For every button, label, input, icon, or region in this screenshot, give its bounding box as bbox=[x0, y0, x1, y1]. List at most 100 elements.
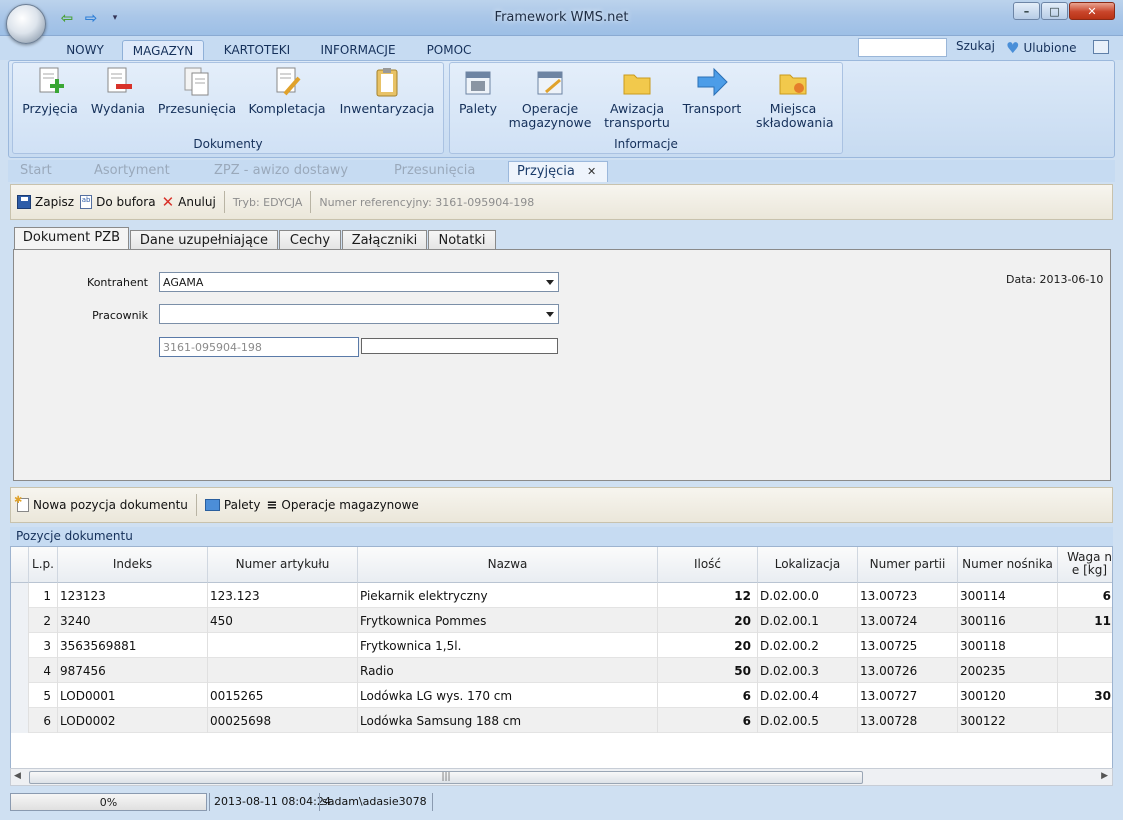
cell-indeks[interactable]: 3240 bbox=[58, 608, 208, 633]
operacje-button[interactable]: ≡ Operacje magazynowe bbox=[266, 498, 418, 513]
new-item-button[interactable]: ✱ Nowa pozycja dokumentu bbox=[14, 495, 188, 512]
palety-button[interactable]: Palety bbox=[204, 498, 260, 512]
cell-waga[interactable] bbox=[1058, 708, 1112, 733]
cell-artykul[interactable]: 123.123 bbox=[208, 583, 358, 608]
kontrahent-combo[interactable]: AGAMA bbox=[159, 272, 559, 292]
doc-tab-przesuniecia[interactable]: Przesunięcia bbox=[394, 161, 504, 182]
cell-lokalizacja[interactable]: D.02.00.1 bbox=[758, 608, 858, 633]
chevron-down-icon[interactable] bbox=[546, 280, 554, 285]
menu-tab-kartoteki[interactable]: KARTOTEKI bbox=[218, 40, 296, 61]
cell-waga[interactable]: 6 bbox=[1058, 583, 1112, 608]
minimize-button[interactable]: – bbox=[1013, 2, 1040, 20]
row-selector[interactable] bbox=[11, 683, 29, 708]
cell-partia[interactable]: 13.00725 bbox=[858, 633, 958, 658]
cell-waga[interactable]: 11 bbox=[1058, 608, 1112, 633]
table-row[interactable]: 2 3240 450 Frytkownica Pommes 20 D.02.00.1 13.… bbox=[11, 608, 1112, 633]
reference-field[interactable]: 3161-095904-198 bbox=[159, 337, 359, 357]
ribbon-button-awizacja-transportu[interactable]: Awizacja transportu bbox=[600, 66, 674, 130]
doc-tab-asortyment[interactable]: Asortyment bbox=[94, 161, 202, 182]
ribbon-button-inwentaryzacja[interactable]: Inwentaryzacja bbox=[338, 66, 436, 116]
maximize-button[interactable]: □ bbox=[1041, 2, 1068, 20]
cell-lp[interactable]: 1 bbox=[29, 583, 58, 608]
cell-artykul[interactable]: 00025698 bbox=[208, 708, 358, 733]
table-row[interactable]: 4 987456 Radio 50 D.02.00.3 13.00726 200235 bbox=[11, 658, 1112, 683]
menu-tab-magazyn[interactable]: MAGAZYN bbox=[122, 40, 204, 61]
doc-tab-zpz-awizo[interactable]: ZPZ - awizo dostawy bbox=[214, 161, 384, 182]
tab-zalaczniki[interactable]: Załączniki bbox=[342, 230, 427, 251]
column-header-lp[interactable]: L.p. bbox=[29, 547, 58, 583]
table-row[interactable]: 6 LOD0002 00025698 Lodówka Samsung 188 cm 6 D… bbox=[11, 708, 1112, 733]
cell-lokalizacja[interactable]: D.02.00.5 bbox=[758, 708, 858, 733]
cell-ilosc[interactable]: 6 bbox=[658, 708, 758, 733]
cell-lp[interactable]: 3 bbox=[29, 633, 58, 658]
menu-tab-pomoc[interactable]: POMOC bbox=[418, 40, 480, 61]
cell-partia[interactable]: 13.00728 bbox=[858, 708, 958, 733]
cell-indeks[interactable]: 987456 bbox=[58, 658, 208, 683]
cell-ilosc[interactable]: 50 bbox=[658, 658, 758, 683]
reference-extra-field[interactable] bbox=[361, 338, 558, 354]
row-selector[interactable] bbox=[11, 583, 29, 608]
ribbon-button-wydania[interactable]: Wydania bbox=[88, 66, 148, 116]
cell-lokalizacja[interactable]: D.02.00.4 bbox=[758, 683, 858, 708]
row-selector[interactable] bbox=[11, 633, 29, 658]
doc-tab-start[interactable]: Start bbox=[20, 161, 84, 182]
ribbon-button-kompletacja[interactable]: Kompletacja bbox=[246, 66, 328, 116]
cancel-button[interactable]: ✕ Anuluj bbox=[162, 193, 216, 211]
cell-ilosc[interactable]: 6 bbox=[658, 683, 758, 708]
menu-tab-nowy[interactable]: NOWY bbox=[58, 40, 112, 61]
cell-nosnik[interactable]: 300122 bbox=[958, 708, 1058, 733]
tab-notatki[interactable]: Notatki bbox=[428, 230, 496, 251]
cell-partia[interactable]: 13.00726 bbox=[858, 658, 958, 683]
column-header-lokalizacja[interactable]: Lokalizacja bbox=[758, 547, 858, 583]
cell-partia[interactable]: 13.00723 bbox=[858, 583, 958, 608]
column-header-indeks[interactable]: Indeks bbox=[58, 547, 208, 583]
cell-waga[interactable] bbox=[1058, 633, 1112, 658]
column-header-ilosc[interactable]: Ilość bbox=[658, 547, 758, 583]
cell-lokalizacja[interactable]: D.02.00.0 bbox=[758, 583, 858, 608]
cell-waga[interactable] bbox=[1058, 658, 1112, 683]
column-header-numer-nosnika[interactable]: Numer nośnika bbox=[958, 547, 1058, 583]
search-input[interactable] bbox=[858, 38, 947, 57]
row-selector[interactable] bbox=[11, 708, 29, 733]
column-header-nazwa[interactable]: Nazwa bbox=[358, 547, 658, 583]
cell-lokalizacja[interactable]: D.02.00.3 bbox=[758, 658, 858, 683]
pracownik-combo[interactable] bbox=[159, 304, 559, 324]
cell-lp[interactable]: 2 bbox=[29, 608, 58, 633]
cell-nosnik[interactable]: 300120 bbox=[958, 683, 1058, 708]
favorites-button[interactable]: ♥ Ulubione bbox=[1006, 39, 1076, 57]
cell-partia[interactable]: 13.00727 bbox=[858, 683, 958, 708]
cell-artykul[interactable] bbox=[208, 658, 358, 683]
close-button[interactable]: ✕ bbox=[1069, 2, 1115, 20]
scroll-left-icon[interactable]: ◀ bbox=[14, 771, 21, 781]
column-header-waga[interactable]: Waga ne [kg] bbox=[1058, 547, 1112, 583]
cell-lp[interactable]: 5 bbox=[29, 683, 58, 708]
menu-tab-informacje[interactable]: INFORMACJE bbox=[312, 40, 404, 61]
cell-indeks[interactable]: LOD0001 bbox=[58, 683, 208, 708]
horizontal-scrollbar[interactable]: ◀ ||| ▶ bbox=[10, 768, 1113, 786]
ribbon-button-transport[interactable]: Transport bbox=[680, 66, 744, 116]
cell-nazwa[interactable]: Radio bbox=[358, 658, 658, 683]
cell-lp[interactable]: 6 bbox=[29, 708, 58, 733]
cell-artykul[interactable] bbox=[208, 633, 358, 658]
tab-cechy[interactable]: Cechy bbox=[279, 230, 341, 251]
table-row[interactable]: 3 3563569881 Frytkownica 1,5l. 20 D.02.00.2 1… bbox=[11, 633, 1112, 658]
cell-ilosc[interactable]: 20 bbox=[658, 608, 758, 633]
cell-artykul[interactable]: 0015265 bbox=[208, 683, 358, 708]
ribbon-button-przesuniecia[interactable]: Przesunięcia bbox=[156, 66, 238, 116]
row-selector[interactable] bbox=[11, 658, 29, 683]
cell-indeks[interactable]: 3563569881 bbox=[58, 633, 208, 658]
application-menu-orb[interactable] bbox=[6, 4, 46, 44]
cell-nosnik[interactable]: 300118 bbox=[958, 633, 1058, 658]
tab-dokument-pzb[interactable]: Dokument PZB bbox=[14, 227, 129, 251]
ribbon-minimize-icon[interactable] bbox=[1093, 40, 1109, 54]
table-row[interactable]: 1 123123 123.123 Piekarnik elektryczny 12 D.0… bbox=[11, 583, 1112, 608]
cell-nazwa[interactable]: Piekarnik elektryczny bbox=[358, 583, 658, 608]
cell-artykul[interactable]: 450 bbox=[208, 608, 358, 633]
close-tab-icon[interactable]: ✕ bbox=[587, 165, 596, 178]
doc-tab-przyjecia[interactable]: Przyjęcia ✕ bbox=[508, 161, 608, 182]
cell-lp[interactable]: 4 bbox=[29, 658, 58, 683]
column-header-numer-partii[interactable]: Numer partii bbox=[858, 547, 958, 583]
row-selector[interactable] bbox=[11, 608, 29, 633]
tab-dane-uzupelniajace[interactable]: Dane uzupełniające bbox=[130, 230, 278, 251]
cell-partia[interactable]: 13.00724 bbox=[858, 608, 958, 633]
